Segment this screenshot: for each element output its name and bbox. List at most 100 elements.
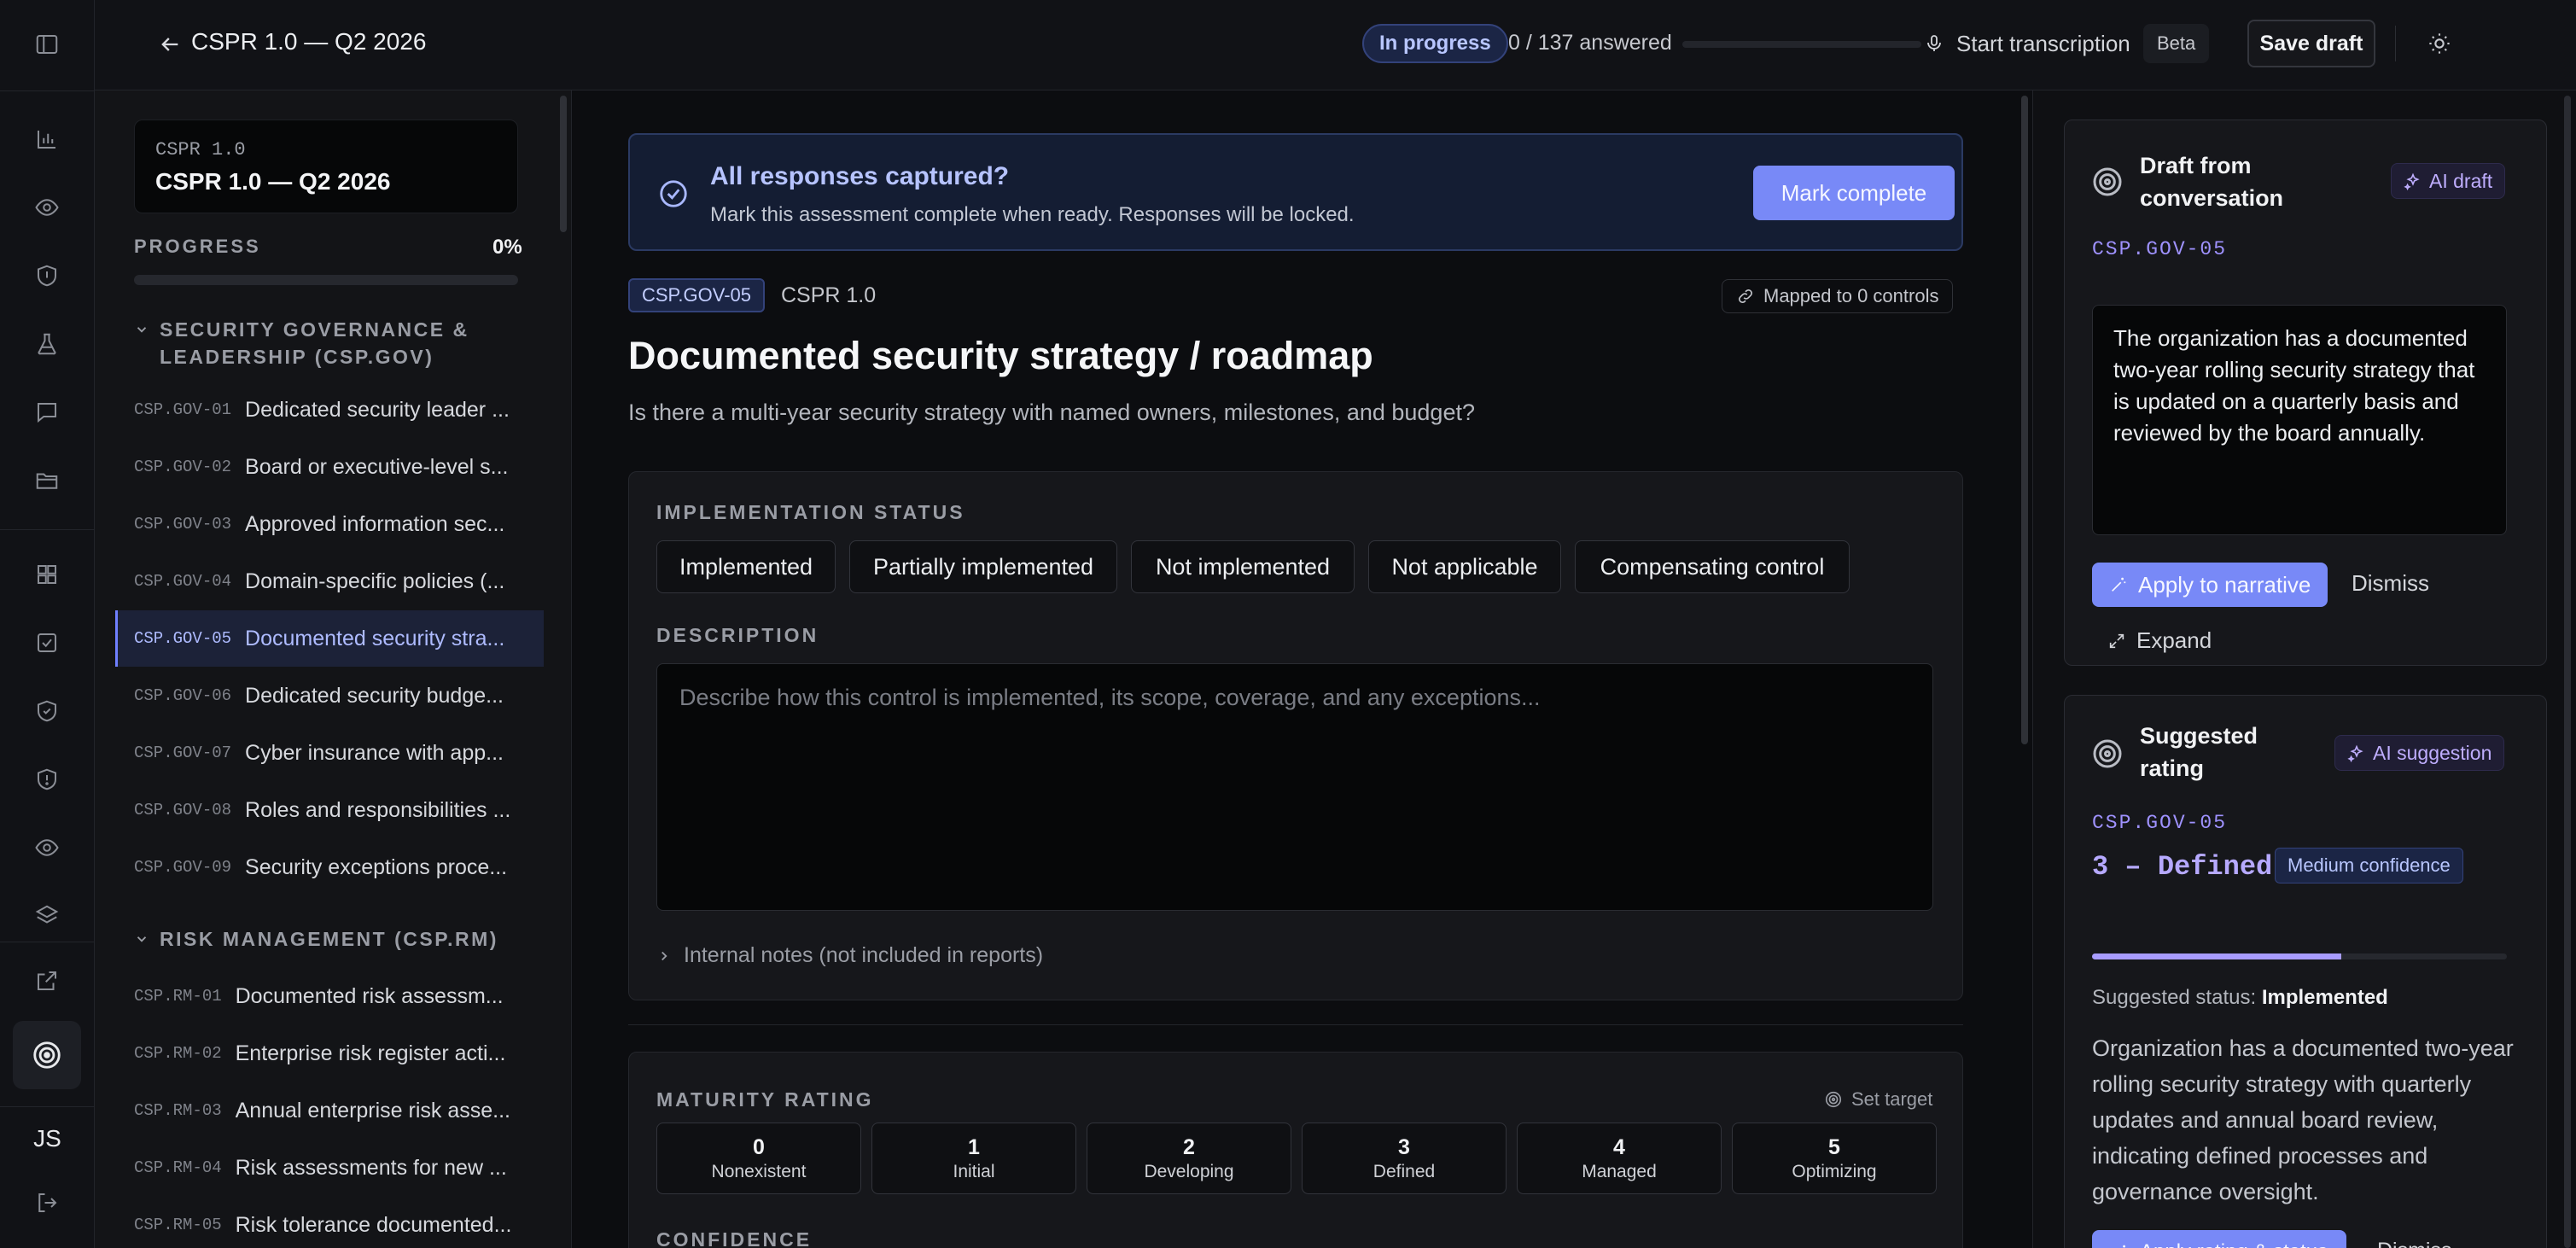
- maturity-number: 2: [1183, 1135, 1195, 1159]
- control-label: Risk tolerance documented...: [235, 1212, 512, 1237]
- control-item-rm-05[interactable]: CSP.RM-05 Risk tolerance documented...: [115, 1197, 544, 1248]
- shield-icon[interactable]: [30, 259, 64, 293]
- dashboard-icon[interactable]: [30, 557, 64, 592]
- bar-chart-icon[interactable]: [30, 122, 64, 156]
- control-item-gov-03[interactable]: CSP.GOV-03 Approved information sec...: [115, 496, 544, 552]
- status-option-partially-implemented[interactable]: Partially implemented: [849, 540, 1117, 593]
- icon-rail: JS: [0, 0, 95, 1248]
- apply-rating-button[interactable]: Apply rating & status: [2092, 1230, 2347, 1248]
- main-scrollbar[interactable]: [2021, 96, 2028, 744]
- maturity-number: 5: [1828, 1135, 1840, 1159]
- implementation-card: IMPLEMENTATION STATUS Implemented Partia…: [628, 471, 1963, 1000]
- start-transcription-button[interactable]: Start transcription: [1915, 22, 2139, 65]
- control-item-rm-04[interactable]: CSP.RM-04 Risk assessments for new ...: [115, 1140, 544, 1196]
- assistant-scrollbar[interactable]: [2564, 96, 2571, 1248]
- internal-notes-toggle[interactable]: Internal notes (not included in reports): [656, 943, 1043, 968]
- control-item-rm-02[interactable]: CSP.RM-02 Enterprise risk register acti..…: [115, 1025, 544, 1082]
- section-header-rm[interactable]: RISK MANAGEMENT (CSP.RM): [134, 925, 527, 953]
- folder-icon[interactable]: [30, 464, 64, 498]
- dismiss-rating-button[interactable]: Dismiss: [2377, 1239, 2452, 1248]
- sidebar-toggle-icon[interactable]: [30, 27, 64, 61]
- chat-icon[interactable]: [30, 395, 64, 429]
- control-item-gov-05[interactable]: CSP.GOV-05 Documented security stra...: [115, 610, 544, 667]
- section-header-gov[interactable]: SECURITY GOVERNANCE & LEADERSHIP (CSP.GO…: [134, 316, 527, 370]
- user-avatar[interactable]: JS: [0, 1125, 95, 1152]
- maturity-level-1[interactable]: 1 Initial: [871, 1123, 1076, 1194]
- mark-complete-button[interactable]: Mark complete: [1753, 166, 1955, 220]
- flask-icon[interactable]: [30, 327, 64, 361]
- apply-to-narrative-button[interactable]: Apply to narrative: [2092, 563, 2328, 607]
- shield-alert-icon[interactable]: [30, 762, 64, 796]
- chevron-down-icon: [137, 936, 147, 942]
- control-item-gov-09[interactable]: CSP.GOV-09 Security exceptions proce...: [115, 839, 544, 895]
- control-label: Roles and responsibilities ...: [245, 797, 511, 822]
- control-item-gov-04[interactable]: CSP.GOV-04 Domain-specific policies (...: [115, 553, 544, 609]
- external-link-icon[interactable]: [30, 964, 64, 998]
- control-item-gov-01[interactable]: CSP.GOV-01 Dedicated security leader ...: [115, 382, 544, 438]
- description-textarea[interactable]: Describe how this control is implemented…: [656, 663, 1933, 911]
- status-option-not-applicable[interactable]: Not applicable: [1368, 540, 1561, 593]
- status-option-compensating-control[interactable]: Compensating control: [1575, 540, 1850, 593]
- maturity-level-2[interactable]: 2 Developing: [1087, 1123, 1291, 1194]
- implementation-status-label: IMPLEMENTATION STATUS: [656, 501, 965, 523]
- control-item-rm-03[interactable]: CSP.RM-03 Annual enterprise risk asse...: [115, 1082, 544, 1139]
- control-label: Domain-specific policies (...: [245, 569, 505, 593]
- suggested-status-value: Implemented: [2261, 986, 2388, 1009]
- target-icon: [2093, 167, 2122, 196]
- maturity-level-3[interactable]: 3 Defined: [1302, 1123, 1507, 1194]
- control-code: CSP.GOV-05: [134, 629, 232, 648]
- control-code: CSP.GOV-01: [134, 400, 232, 419]
- control-code: CSP.RM-03: [134, 1101, 222, 1120]
- control-code: CSP.GOV-08: [134, 801, 232, 819]
- control-question: Is there a multi-year security strategy …: [628, 399, 1475, 425]
- mapped-controls-button[interactable]: Mapped to 0 controls: [1722, 279, 1954, 313]
- target-icon: [1825, 1091, 1842, 1108]
- expand-draft-button[interactable]: Expand: [2107, 627, 2212, 654]
- status-option-not-implemented[interactable]: Not implemented: [1131, 540, 1355, 593]
- maturity-level-0[interactable]: 0 Nonexistent: [656, 1123, 861, 1194]
- progress-label: PROGRESS: [134, 236, 261, 257]
- control-item-gov-07[interactable]: CSP.GOV-07 Cyber insurance with app...: [115, 725, 544, 781]
- chevron-right-icon: [661, 951, 667, 960]
- assessment-title: CSPR 1.0 — Q2 2026: [191, 28, 427, 55]
- rating-rationale: Organization has a documented two-year r…: [2092, 1035, 2514, 1204]
- dismiss-draft-button[interactable]: Dismiss: [2352, 570, 2429, 597]
- ai-draft-tag-label: AI draft: [2429, 169, 2493, 192]
- target-icon[interactable]: [13, 1021, 81, 1089]
- banner-subtitle: Mark this assessment complete when ready…: [710, 203, 1355, 226]
- shield-check-icon[interactable]: [30, 694, 64, 728]
- progress-percent: 0%: [492, 236, 522, 259]
- save-draft-button[interactable]: Save draft: [2247, 20, 2375, 67]
- draft-card-title: Draft from conversation: [2140, 153, 2284, 211]
- rating-card-title: Suggested rating: [2140, 723, 2258, 781]
- target-icon: [2093, 739, 2122, 768]
- set-target-button[interactable]: Set target: [1824, 1088, 1932, 1111]
- checkbox-icon[interactable]: [30, 626, 64, 660]
- back-arrow-icon[interactable]: [153, 27, 187, 61]
- maturity-level-4[interactable]: 4 Managed: [1517, 1123, 1722, 1194]
- maturity-name: Managed: [1582, 1162, 1657, 1181]
- sun-icon[interactable]: [2422, 26, 2457, 61]
- section-divider: [628, 1024, 1963, 1025]
- answered-count: 0 / 137 answered: [1508, 31, 1672, 55]
- logout-icon[interactable]: [30, 1186, 64, 1220]
- control-item-gov-02[interactable]: CSP.GOV-02 Board or executive-level s...: [115, 439, 544, 495]
- completion-banner: All responses captured? Mark this assess…: [628, 133, 1963, 251]
- maturity-level-5[interactable]: 5 Optimizing: [1732, 1123, 1937, 1194]
- chevron-down-icon: [137, 327, 147, 333]
- outline-scrollbar[interactable]: [560, 96, 567, 232]
- control-item-gov-08[interactable]: CSP.GOV-08 Roles and responsibilities ...: [115, 782, 544, 838]
- control-label: Dedicated security budge...: [245, 683, 504, 708]
- maturity-name: Initial: [953, 1162, 995, 1181]
- control-item-gov-06[interactable]: CSP.GOV-06 Dedicated security budge...: [115, 668, 544, 724]
- outline-progress-bar: [134, 275, 518, 285]
- eye-icon[interactable]: [30, 831, 64, 865]
- eye-icon[interactable]: [30, 190, 64, 225]
- layers-icon[interactable]: [30, 899, 64, 933]
- status-option-implemented[interactable]: Implemented: [656, 540, 836, 593]
- suggested-status: Suggested status: Implemented: [2092, 986, 2388, 1010]
- control-item-rm-01[interactable]: CSP.RM-01 Documented risk assessm...: [115, 968, 544, 1024]
- control-label: Documented security stra...: [245, 626, 505, 650]
- maturity-card: MATURITY RATING Set target 0 Nonexistent …: [628, 1052, 1963, 1248]
- draft-textarea[interactable]: The organization has a documented two-ye…: [2092, 305, 2507, 535]
